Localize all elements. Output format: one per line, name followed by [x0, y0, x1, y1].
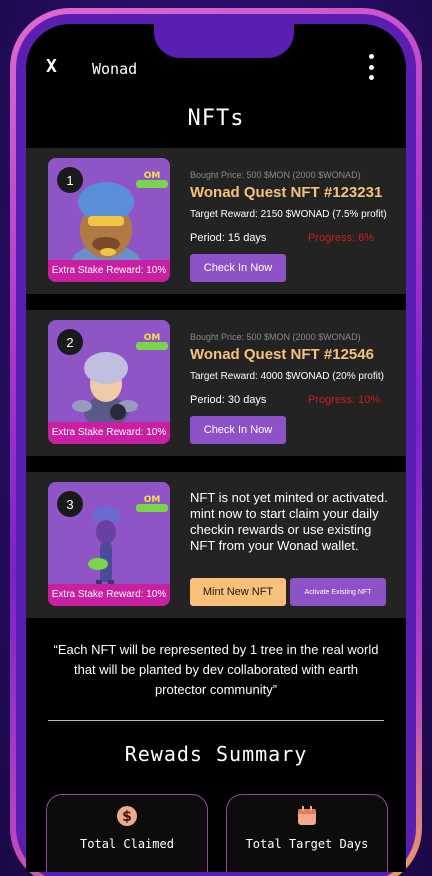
svg-text:OM: OM: [144, 171, 161, 181]
total-claimed-card[interactable]: $ Total Claimed: [46, 794, 208, 872]
check-in-button[interactable]: Check In Now: [190, 254, 286, 282]
app-screen: X Wonad NFTs OM 1 Extra Stake Reward: 10…: [26, 24, 406, 872]
progress: Progress: 10%: [308, 394, 381, 406]
app-name: Wonad: [92, 60, 138, 78]
mint-new-nft-button[interactable]: Mint New NFT: [190, 578, 286, 606]
period: Period: 30 days: [190, 394, 267, 406]
svg-text:OM: OM: [144, 333, 161, 343]
more-options-icon[interactable]: [368, 54, 374, 80]
nft-image-1: OM 1 Extra Stake Reward: 10%: [48, 158, 170, 282]
period: Period: 15 days: [190, 232, 267, 244]
extra-stake-reward: Extra Stake Reward: 10%: [48, 422, 170, 444]
check-in-button[interactable]: Check In Now: [190, 416, 286, 444]
nft-number-badge: 3: [57, 491, 83, 517]
svg-text:$: $: [122, 809, 132, 825]
progress: Progress: 6%: [308, 232, 375, 244]
mint-nft-card: OM 3 Extra Stake Reward: 10% NFT is not …: [26, 472, 406, 618]
target-reward: Target Reward: 4000 $WONAD (20% profit): [190, 371, 384, 382]
divider: [48, 720, 384, 721]
total-target-days-card[interactable]: Total Target Days: [226, 794, 388, 872]
nft-image-3: OM 3 Extra Stake Reward: 10%: [48, 482, 170, 606]
summary-label: Total Target Days: [245, 837, 369, 851]
top-bar: X Wonad: [26, 24, 406, 84]
nft-card-1: OM 1 Extra Stake Reward: 10% Bought Pric…: [26, 148, 406, 294]
calendar-icon: [296, 805, 318, 832]
close-button[interactable]: X: [46, 56, 57, 77]
nft-title: Wonad Quest NFT #123231: [190, 184, 383, 201]
nft-image-2: OM 2 Extra Stake Reward: 10%: [48, 320, 170, 444]
tree-quote: “Each NFT will be represented by 1 tree …: [53, 642, 379, 697]
nft-card-2: OM 2 Extra Stake Reward: 10% Bought Pric…: [26, 310, 406, 456]
svg-text:OM: OM: [144, 495, 161, 505]
mint-message: NFT is not yet minted or activated. mint…: [190, 490, 388, 553]
nft-number-badge: 2: [57, 329, 83, 355]
summary-label: Total Claimed: [80, 837, 174, 851]
extra-stake-reward: Extra Stake Reward: 10%: [48, 584, 170, 606]
phone-frame: X Wonad NFTs OM 1 Extra Stake Reward: 10…: [10, 8, 422, 876]
dollar-coin-icon: $: [116, 805, 138, 832]
nft-title: Wonad Quest NFT #12546: [190, 346, 374, 363]
extra-stake-reward: Extra Stake Reward: 10%: [48, 260, 170, 282]
nft-number-badge: 1: [57, 167, 83, 193]
target-reward: Target Reward: 2150 $WONAD (7.5% profit): [190, 209, 387, 220]
page-title: NFTs: [187, 106, 245, 131]
activate-existing-nft-button[interactable]: Activate Existing NFT: [290, 578, 386, 606]
phone-bezel: X Wonad NFTs OM 1 Extra Stake Reward: 10…: [16, 14, 416, 876]
bought-price: Bought Price: 500 $MON (2000 $WONAD): [190, 170, 361, 180]
bought-price: Bought Price: 500 $MON (2000 $WONAD): [190, 332, 361, 342]
rewards-summary-title: Rewads Summary: [124, 742, 308, 766]
